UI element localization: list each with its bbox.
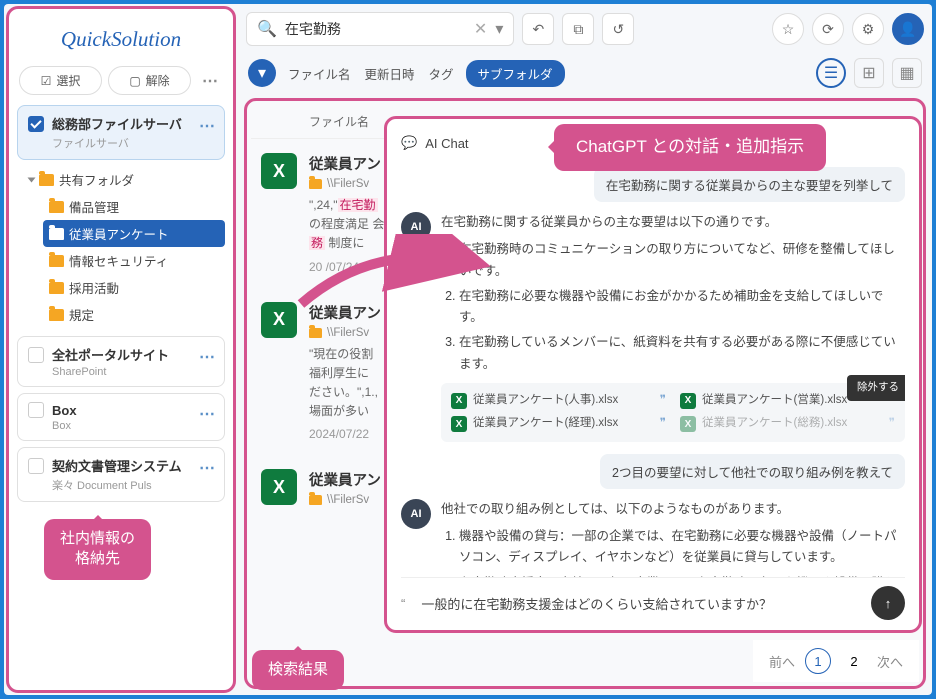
ref-file[interactable]: X従業員アンケート(人事).xlsx❞ [451,391,666,411]
more-button[interactable]: ⋯ [197,68,223,94]
ref-file[interactable]: X従業員アンケート(経理).xlsx❞ [451,414,666,434]
excel-icon: X [261,469,297,505]
chevron-down-icon[interactable]: ▾ [495,19,503,39]
sidebar: QuickSolution ☑選択 ▢解除 ⋯ 総務部ファイルサーバ ファイルサ… [6,6,236,693]
source-more-icon[interactable]: ⋯ [199,116,216,136]
checkbox-icon[interactable] [28,458,44,474]
ai-avatar-icon: AI [401,212,431,242]
folder-icon [49,255,64,267]
column-header[interactable]: ファイル名 [309,113,369,130]
quote-icon: ❞ [660,414,666,434]
ai-message: AI 在宅勤務に関する従業員からの主な要望は以下の通りです。 在宅勤務時のコミュ… [401,212,905,442]
view-grid-button[interactable]: ▦ [892,58,922,88]
star-button[interactable]: ☆ [772,13,804,45]
view-list-button[interactable]: ☰ [816,58,846,88]
select-button[interactable]: ☑選択 [19,66,102,95]
reference-files: 除外する X従業員アンケート(人事).xlsx❞ X従業員アンケート(営業).x… [441,383,905,442]
checkbox-icon[interactable] [28,402,44,418]
filter-chip[interactable]: 更新日時 [363,60,417,87]
send-button[interactable]: ↑ [871,586,905,620]
undo-button[interactable]: ↶ [522,13,554,45]
tree-item[interactable]: 備品管理 [43,193,225,220]
source-more-icon[interactable]: ⋯ [199,458,216,478]
excel-icon: X [261,153,297,189]
chat-input-bar: “ ↑ [401,577,905,620]
source-item[interactable]: 総務部ファイルサーバ ファイルサーバ ⋯ [17,105,225,160]
chat-input[interactable] [415,590,861,617]
quote-icon: ❞ [660,391,666,411]
callout-chat: ChatGPT との対話・追加指示 [554,124,826,171]
search-input[interactable] [285,21,466,37]
app-logo: QuickSolution [17,17,225,66]
caret-icon [28,177,36,182]
filter-bar: ▾ ファイル名 更新日時 タグ サブフォルダ ☰ ⊞ ▦ [242,50,928,96]
source-name: 総務部ファイルサーバ [52,114,182,133]
tree-item-selected[interactable]: 従業員アンケート [43,220,225,247]
copy-button[interactable]: ⧉ [562,13,594,45]
chat-icon: 💬 [401,135,417,151]
excel-icon: X [451,393,467,409]
folder-icon [309,328,322,338]
filter-chip[interactable]: ファイル名 [286,60,353,87]
filter-icon[interactable]: ▾ [248,59,276,87]
exclude-badge[interactable]: 除外する [847,375,905,401]
callout-results: 検索結果 [252,650,344,690]
folder-icon [49,228,64,240]
settings-button[interactable]: ⚙ [852,13,884,45]
page-number[interactable]: 1 [805,648,831,674]
user-button[interactable]: 👤 [892,13,924,45]
clear-icon[interactable]: ✕ [474,19,487,39]
excel-icon: X [680,393,696,409]
page-number[interactable]: 2 [841,648,867,674]
source-item[interactable]: 契約文書管理システム 楽々 Document Puls ⋯ [17,447,225,502]
folder-tree: 共有フォルダ 備品管理 従業員アンケート 情報セキュリティ 採用活動 規定 [23,166,225,328]
excel-icon: X [261,302,297,338]
ai-chat-panel: 💬 AI Chat 在宅勤務に関する従業員からの主な要望を列挙して AI 在宅勤… [384,116,922,633]
folder-icon [49,201,64,213]
excel-icon: X [451,416,467,432]
next-button[interactable]: 次へ [877,652,903,671]
square-icon: ▢ [129,74,140,88]
checkbox-icon[interactable] [28,347,44,363]
filter-chip-active[interactable]: サブフォルダ [466,60,565,87]
user-message: 在宅勤務に関する従業員からの主な要望を列挙して [594,167,905,202]
excel-icon: X [680,416,696,432]
source-more-icon[interactable]: ⋯ [199,404,216,424]
history-button[interactable]: ↺ [602,13,634,45]
check-icon: ☑ [41,74,52,88]
search-icon: 🔍 [257,19,277,39]
prev-button[interactable]: 前へ [769,652,795,671]
source-item[interactable]: Box Box ⋯ [17,393,225,441]
quote-icon[interactable]: “ [401,596,405,611]
folder-icon [39,174,54,186]
ref-file-excluded[interactable]: X従業員アンケート(総務).xlsx❞ [680,414,895,434]
folder-icon [309,179,322,189]
refresh-button[interactable]: ⟳ [812,13,844,45]
callout-sidebar: 社内情報の 格納先 [44,519,151,580]
ai-message: AI 他社での取り組み例としては、以下のようなものがあります。 機器や設備の貸与… [401,499,905,577]
quote-icon: ❞ [889,414,895,434]
top-bar: 🔍 ✕ ▾ ↶ ⧉ ↺ ☆ ⟳ ⚙ 👤 [242,8,928,50]
view-detail-button[interactable]: ⊞ [854,58,884,88]
checkbox-icon[interactable] [28,116,44,132]
tree-root[interactable]: 共有フォルダ [23,166,225,193]
folder-icon [49,309,64,321]
tree-item[interactable]: 規定 [43,301,225,328]
folder-icon [49,282,64,294]
source-more-icon[interactable]: ⋯ [199,347,216,367]
ai-avatar-icon: AI [401,499,431,529]
filter-chip[interactable]: タグ [427,60,456,87]
source-item[interactable]: 全社ポータルサイト SharePoint ⋯ [17,336,225,387]
pagination: 前へ 1 2 次へ [753,640,919,682]
search-box[interactable]: 🔍 ✕ ▾ [246,12,514,46]
user-message: 2つ目の要望に対して他社での取り組み例を教えて [600,454,905,489]
clear-button[interactable]: ▢解除 [108,66,191,95]
tree-item[interactable]: 採用活動 [43,274,225,301]
tree-item[interactable]: 情報セキュリティ [43,247,225,274]
folder-icon [309,495,322,505]
source-sub: ファイルサーバ [52,135,214,151]
